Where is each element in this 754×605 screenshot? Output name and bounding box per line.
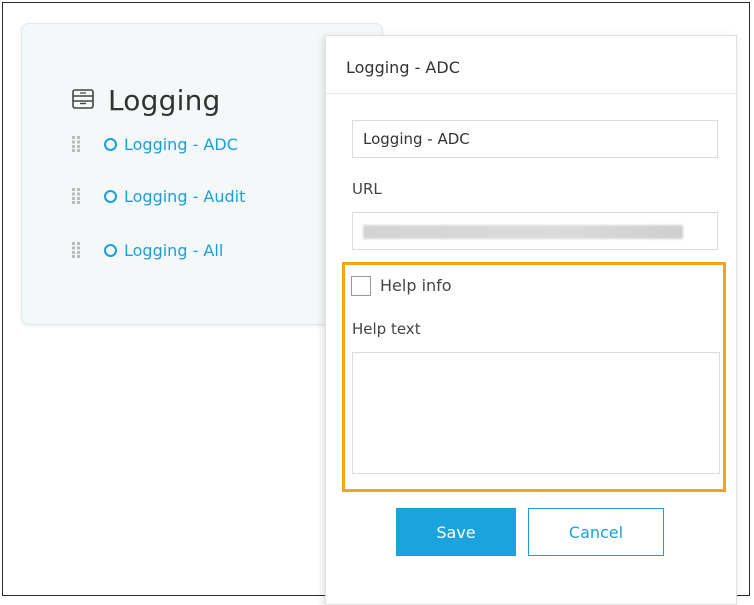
- help-info-checkbox[interactable]: [351, 276, 371, 296]
- card-title: Logging: [108, 84, 221, 117]
- drag-handle-icon[interactable]: [72, 188, 82, 204]
- help-text-label: Help text: [352, 320, 421, 338]
- nav-item-label[interactable]: Logging - Audit: [124, 187, 245, 206]
- window-frame: Logging Logging - ADC Logging - Audit Lo…: [2, 2, 750, 605]
- nav-item-logging-adc[interactable]: Logging - ADC: [72, 132, 238, 156]
- card-header: Logging: [72, 84, 220, 117]
- nav-item-label[interactable]: Logging - ADC: [124, 135, 238, 154]
- help-info-label[interactable]: Help info: [380, 276, 452, 295]
- circle-icon: [104, 137, 117, 151]
- drag-handle-icon[interactable]: [72, 242, 82, 258]
- circle-icon: [104, 189, 117, 203]
- url-input[interactable]: [352, 212, 718, 250]
- name-input[interactable]: [352, 120, 718, 158]
- nav-item-label[interactable]: Logging - All: [124, 241, 223, 260]
- help-text-input[interactable]: [352, 352, 720, 474]
- inbox-icon: [72, 88, 94, 113]
- edit-link-dialog: Logging - ADC URL Help info Help text Sa…: [325, 35, 737, 605]
- dialog-header: Logging - ADC: [326, 36, 736, 94]
- nav-item-logging-audit[interactable]: Logging - Audit: [72, 184, 245, 208]
- cancel-button[interactable]: Cancel: [528, 508, 664, 556]
- dialog-title: Logging - ADC: [346, 58, 460, 77]
- save-button[interactable]: Save: [396, 508, 516, 556]
- nav-item-logging-all[interactable]: Logging - All: [72, 238, 223, 262]
- redacted-url: [363, 225, 683, 239]
- circle-icon: [104, 243, 117, 257]
- drag-handle-icon[interactable]: [72, 136, 82, 152]
- url-label: URL: [352, 180, 382, 198]
